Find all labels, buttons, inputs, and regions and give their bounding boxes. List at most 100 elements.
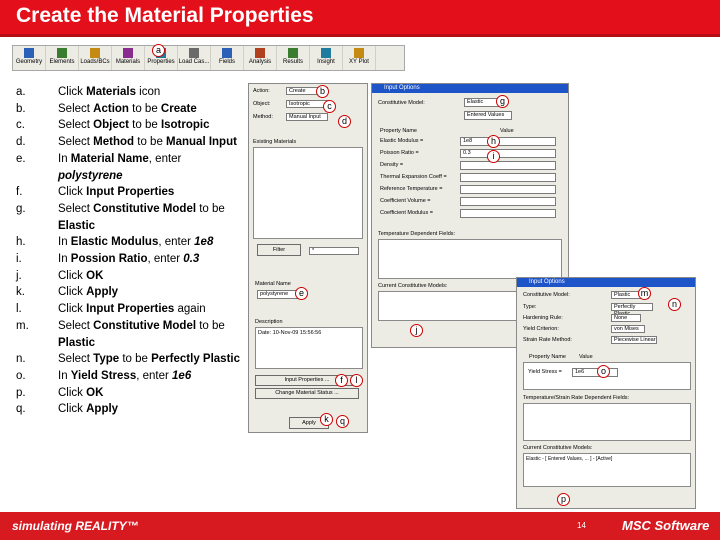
step-text-part: In <box>58 369 71 382</box>
temperature-strain-dependent-list[interactable] <box>523 403 691 441</box>
property-row-label: Coefficient Modulus = <box>380 210 433 216</box>
callout-p: p <box>557 493 570 506</box>
description-textarea[interactable]: Date: 10-Nov-09 15:56:56 <box>255 327 363 369</box>
material-name-label: Material Name <box>255 281 291 287</box>
callout-o: o <box>597 365 610 378</box>
toolbar-button-load-cas[interactable]: Load Cas... <box>178 46 211 70</box>
step-text: Select Constitutive Model to be Plastic <box>58 318 242 351</box>
step-text-part: Yield Stress <box>70 369 137 382</box>
existing-materials-list[interactable] <box>253 147 363 239</box>
temperature-strain-dependent-label: Temperature/Strain Rate Dependent Fields… <box>523 395 630 401</box>
step-text-part: In <box>58 253 71 266</box>
step-letter: n. <box>16 353 26 366</box>
step-text-part: OK <box>86 386 104 399</box>
object-label: Object: <box>253 101 271 107</box>
step-text: Click Input Properties again <box>58 301 242 318</box>
filter-button[interactable]: Filter <box>257 244 301 256</box>
step-text-part: Materials <box>86 86 136 98</box>
value-header: Value <box>579 354 593 360</box>
property-row-value-input[interactable]: 1e8 <box>460 137 556 146</box>
step-letter: g. <box>16 202 26 215</box>
slide-title: Create the Material Properties <box>0 0 720 34</box>
toolbar-icon <box>123 48 133 58</box>
callout-f: f <box>335 374 348 387</box>
step-letter: b. <box>16 102 26 115</box>
input-mode-select[interactable]: Entered Values <box>464 111 512 120</box>
method-select[interactable]: Manual Input <box>286 113 328 121</box>
toolbar-button-results[interactable]: Results <box>277 46 310 70</box>
step-text-part: Type <box>93 353 120 366</box>
step-text-part: icon <box>135 86 161 98</box>
instruction-step: n. Select Type to be Perfectly Plastic <box>16 351 242 368</box>
toolbar-button-label: Properties <box>147 59 175 65</box>
toolbar-button-geometry[interactable]: Geometry <box>13 46 46 70</box>
property-row-label: Coefficient Volume = <box>380 198 431 204</box>
temperature-dependent-list[interactable] <box>378 239 562 279</box>
step-text-part: Constitutive Model <box>93 319 197 332</box>
step-text: Click Input Properties <box>58 184 242 201</box>
step-text-part: Perfectly Plastic <box>151 353 240 366</box>
step-letter: q. <box>16 403 26 416</box>
toolbar-button-label: Load Cas... <box>178 59 210 65</box>
step-text-part: Elastic Modulus <box>70 236 159 249</box>
yield-stress-label: Yield Stress = <box>528 369 562 375</box>
action-label: Action: <box>253 88 270 94</box>
step-text-part: Manual Input <box>166 136 237 149</box>
step-text-part: Constitutive Model <box>93 202 197 215</box>
step-text-part: Apply <box>86 403 119 416</box>
step-text-part: Material Name <box>70 152 149 165</box>
footer-bar: simulating REALITY™ 14 MSC Software <box>0 512 720 540</box>
step-text-part: Isotropic <box>160 119 210 132</box>
instruction-step: o. In Yield Stress, enter 1e6 <box>16 368 242 385</box>
object-select[interactable]: Isotropic <box>286 100 328 108</box>
step-text: In Yield Stress, enter 1e6 <box>58 368 242 385</box>
property-row-value-input[interactable]: 0.3 <box>460 149 556 158</box>
step-text: Select Action to be Create <box>58 101 242 118</box>
property-row-value-input[interactable] <box>460 161 556 170</box>
constitutive-model-label: Constitutive Model: <box>523 292 570 298</box>
toolbar-button-loads-bcs[interactable]: Loads/BCs <box>79 46 112 70</box>
callout-q: q <box>336 415 349 428</box>
property-row-value-input[interactable] <box>460 197 556 206</box>
step-text: Click OK <box>58 268 242 285</box>
yield-criterion-select[interactable]: von Mises <box>611 325 645 333</box>
step-letter: k. <box>16 286 25 299</box>
toolbar-button-insight[interactable]: Insight <box>310 46 343 70</box>
hardening-rule-label: Hardening Rule: <box>523 315 563 321</box>
instruction-step: h. In Elastic Modulus, enter 1e8 <box>16 234 242 251</box>
type-select[interactable]: Perfectly Plastic <box>611 303 653 317</box>
temperature-dependent-label: Temperature Dependent Fields: <box>378 231 456 237</box>
step-text-part: Click <box>58 386 87 399</box>
hardening-rule-select[interactable]: None <box>611 314 641 322</box>
callout-c: c <box>323 100 336 113</box>
window-title: Input Options <box>372 84 568 93</box>
step-text-part: OK <box>86 269 104 282</box>
toolbar-button-label: Materials <box>115 59 141 65</box>
step-letter: c. <box>16 119 25 132</box>
property-row-value-input[interactable] <box>460 173 556 182</box>
step-text: Click OK <box>58 385 242 402</box>
property-row-value-input[interactable] <box>460 209 556 218</box>
toolbar-button-analysis[interactable]: Analysis <box>244 46 277 70</box>
yield-stress-input[interactable]: 1e6 <box>572 368 618 377</box>
property-row-value-input[interactable] <box>460 185 556 194</box>
callout-h: h <box>487 135 500 148</box>
toolbar-button-label: Geometry <box>15 59 43 65</box>
change-material-status-button[interactable]: Change Material Status ... <box>255 388 359 399</box>
toolbar-button-materials[interactable]: Materials <box>112 46 145 70</box>
filter-input[interactable]: * <box>309 247 359 255</box>
toolbar-button-label: Loads/BCs <box>80 59 110 65</box>
toolbar-button-label: Elements <box>49 59 75 65</box>
step-text-part: Select <box>58 319 94 332</box>
step-text: Click Materials icon <box>58 84 242 101</box>
toolbar-button-xy-plot[interactable]: XY Plot <box>343 46 376 70</box>
toolbar-button-fields[interactable]: Fields <box>211 46 244 70</box>
toolbar-button-elements[interactable]: Elements <box>46 46 79 70</box>
step-text-part: , enter <box>158 236 195 249</box>
page-number: 14 <box>577 521 586 530</box>
current-models-list[interactable]: Elastic - [ Entered Values, ... ] - [Act… <box>523 453 691 487</box>
step-text-part: Plastic <box>58 336 96 349</box>
step-text-part: Input Properties <box>86 303 175 316</box>
strain-rate-select[interactable]: Piecewise Linear <box>611 336 657 344</box>
step-text-part: to be <box>128 102 161 115</box>
